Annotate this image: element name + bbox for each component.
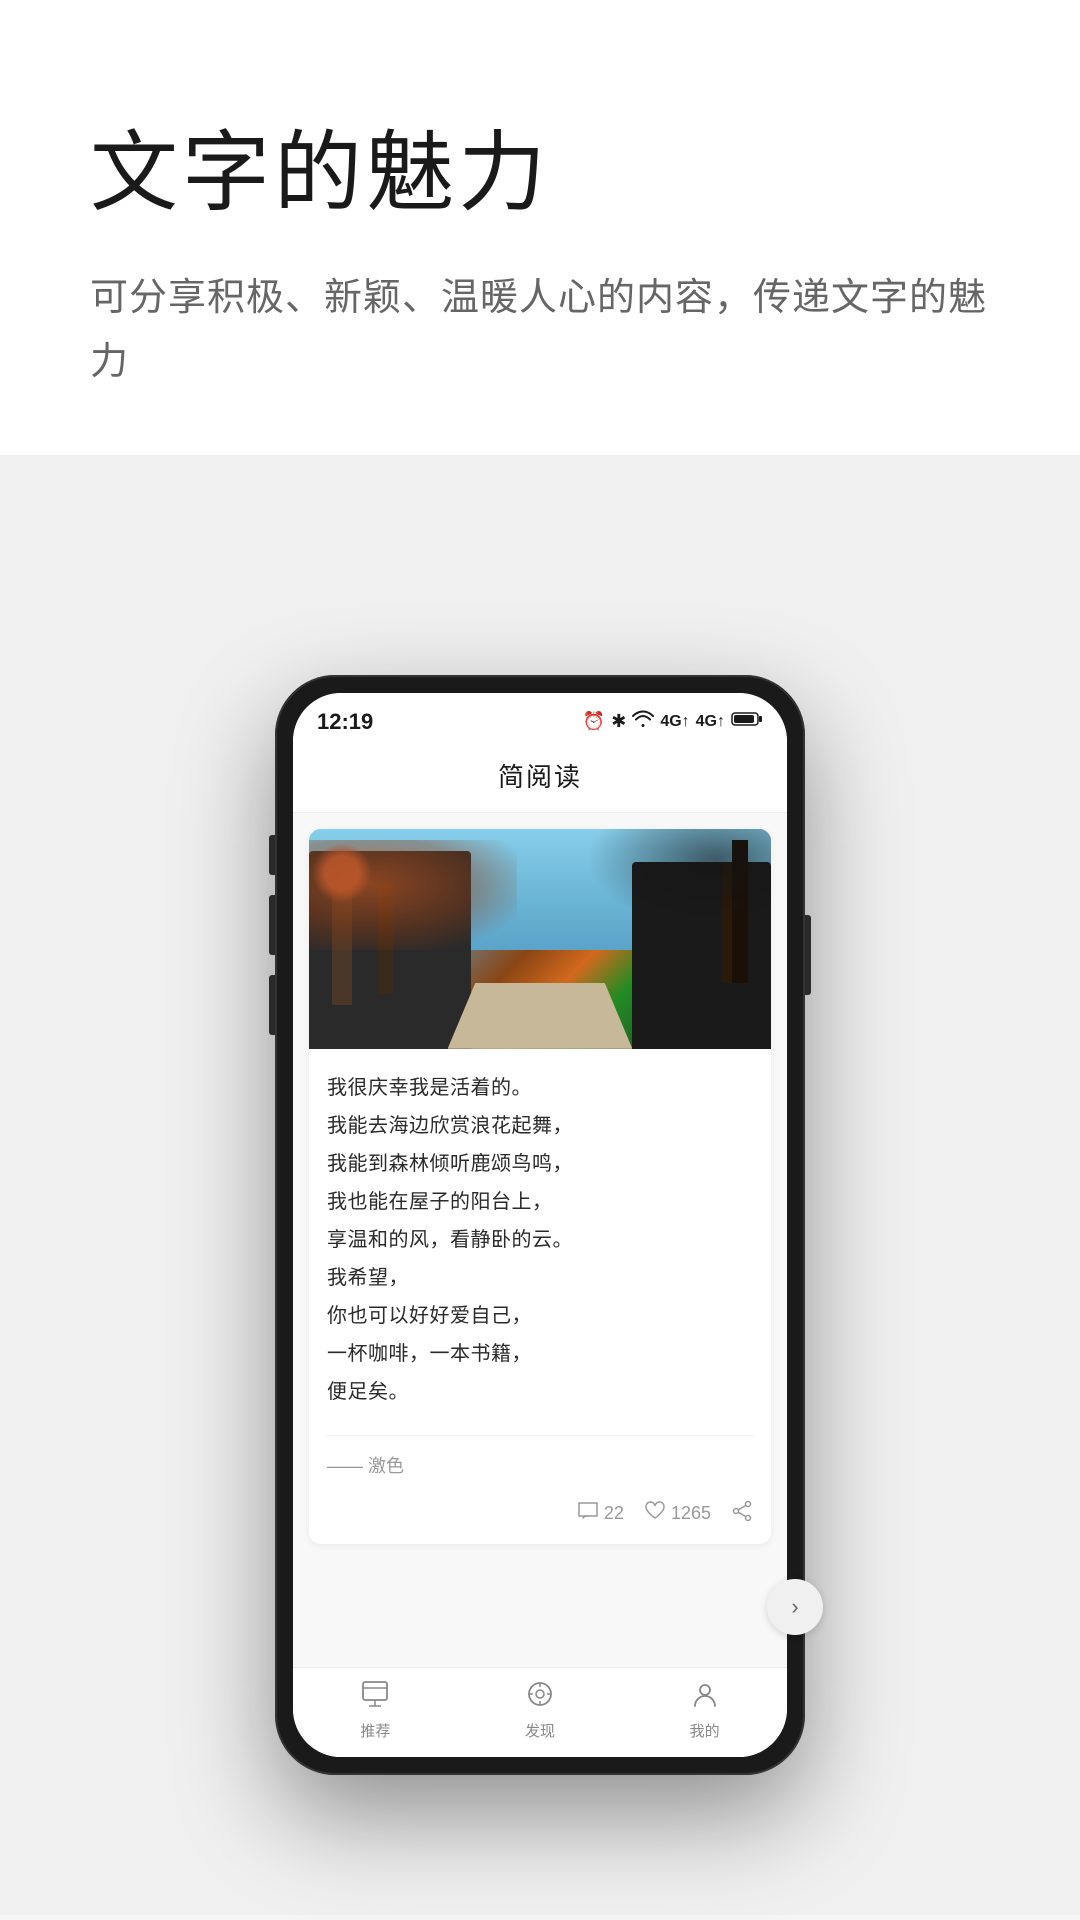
poem-line-3: 我能到森林倾听鹿颂鸟鸣， (327, 1145, 753, 1183)
article-card[interactable]: 我很庆幸我是活着的。 我能去海边欣赏浪花起舞， 我能到森林倾听鹿颂鸟鸣， 我也能… (309, 829, 771, 1544)
poem-line-5: 享温和的风，看静卧的云。 (327, 1221, 753, 1259)
poem-author: —— 激色 (327, 1435, 753, 1486)
article-image (309, 829, 771, 1049)
heart-icon (644, 1501, 666, 1527)
discover-label: 发现 (525, 1720, 555, 1741)
signal-icon: 4G↑ (660, 713, 689, 731)
status-icons: ⏰ ✱ 4G↑ 4G↑ (583, 710, 763, 733)
next-btn-container: › (767, 1579, 823, 1635)
signal2-icon: 4G↑ (696, 713, 725, 731)
nav-item-recommend[interactable]: 推荐 (360, 1680, 390, 1741)
share-icon (731, 1500, 753, 1528)
battery-icon (731, 710, 763, 733)
poem-line-7: 你也可以好好爱自己， (327, 1297, 753, 1335)
article-content: 我很庆幸我是活着的。 我能去海边欣赏浪花起舞， 我能到森林倾听鹿颂鸟鸣， 我也能… (309, 1049, 771, 1486)
recommend-label: 推荐 (360, 1720, 390, 1741)
like-action[interactable]: 1265 (644, 1501, 711, 1527)
top-section: 文字的魅力 可分享积极、新颖、温暖人心的内容，传递文字的魅力 (0, 0, 1080, 455)
recommend-icon (361, 1680, 389, 1715)
poem-line-4: 我也能在屋子的阳台上， (327, 1183, 753, 1221)
app-title-text: 简阅读 (498, 762, 582, 792)
phone-container: › 12:19 ⏰ ✱ 4G↑ 4G↑ (0, 455, 1080, 1915)
wifi-icon (632, 710, 654, 733)
phone-side-btn-3 (269, 975, 275, 1035)
poem-text: 我很庆幸我是活着的。 我能去海边欣赏浪花起舞， 我能到森林倾听鹿颂鸟鸣， 我也能… (327, 1069, 753, 1411)
phone-side-btn-right (805, 915, 811, 995)
like-count: 1265 (671, 1503, 711, 1524)
poem-line-6: 我希望， (327, 1259, 753, 1297)
phone-mockup: › 12:19 ⏰ ✱ 4G↑ 4G↑ (275, 675, 805, 1775)
poem-line-9: 便足矣。 (327, 1373, 753, 1411)
share-action[interactable] (731, 1500, 753, 1528)
discover-icon (526, 1680, 554, 1715)
phone-side-btn-2 (269, 895, 275, 955)
poem-line-1: 我很庆幸我是活着的。 (327, 1069, 753, 1107)
content-area[interactable]: 我很庆幸我是活着的。 我能去海边欣赏浪花起舞， 我能到森林倾听鹿颂鸟鸣， 我也能… (293, 813, 787, 1667)
comment-icon (577, 1501, 599, 1527)
article-footer: 22 1265 (309, 1486, 771, 1544)
subtitle: 可分享积极、新颖、温暖人心的内容，传递文字的魅力 (90, 266, 990, 395)
nav-item-discover[interactable]: 发现 (525, 1680, 555, 1741)
nav-item-mine[interactable]: 我的 (690, 1680, 720, 1741)
bottom-nav: 推荐 发现 (293, 1667, 787, 1757)
main-title: 文字的魅力 (90, 120, 990, 226)
poem-line-2: 我能去海边欣赏浪花起舞， (327, 1107, 753, 1145)
bluetooth-icon: ✱ (611, 711, 626, 732)
mine-label: 我的 (690, 1720, 720, 1741)
mine-icon (691, 1680, 719, 1715)
app-header: 简阅读 (293, 743, 787, 813)
next-button[interactable]: › (767, 1579, 823, 1635)
phone-inner: 12:19 ⏰ ✱ 4G↑ 4G↑ (293, 693, 787, 1757)
status-bar: 12:19 ⏰ ✱ 4G↑ 4G↑ (293, 693, 787, 743)
phone-side-btn-1 (269, 835, 275, 875)
alarm-icon: ⏰ (583, 711, 605, 732)
comment-action[interactable]: 22 (577, 1501, 624, 1527)
poem-line-8: 一杯咖啡，一本书籍， (327, 1335, 753, 1373)
status-time: 12:19 (317, 709, 373, 735)
comment-count: 22 (604, 1503, 624, 1524)
